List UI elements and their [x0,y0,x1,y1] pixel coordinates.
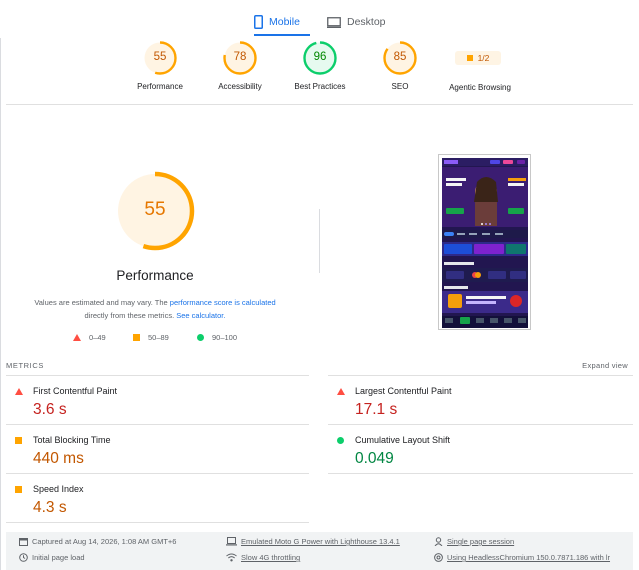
footer-throttling[interactable]: Slow 4G throttling [226,553,300,562]
orange-square-icon [133,334,140,341]
legend-fail: 0–49 [73,333,106,342]
legend-label: 90–100 [212,333,238,342]
legend-label: 0–49 [89,333,106,342]
runtime-settings: Captured at Aug 14, 2026, 1:08 AM GMT+6 … [6,532,633,570]
legend-pass: 90–100 [197,333,237,342]
footer-text: Slow 4G throttling [241,553,301,562]
metric-divider [6,473,309,474]
footer-text: Initial page load [32,553,85,562]
monitor-icon [327,16,341,28]
metric-value: 440 ms [33,450,84,467]
metric-value: 0.049 [355,450,394,467]
vertical-divider [319,209,320,273]
metric-divider [328,424,633,425]
footer-text: Single page session [447,537,515,546]
laptop-icon [226,537,237,546]
metric-divider [328,375,633,376]
metric-name: First Contentful Paint [33,386,118,396]
metric-divider [6,522,309,523]
timer-icon [19,553,28,562]
tab-desktop[interactable]: Desktop [327,9,386,35]
screenshot-image [442,158,528,328]
green-circle-icon [197,334,204,341]
tab-desktop-label: Desktop [347,16,386,28]
calculator-link[interactable]: See calculator. [176,311,225,320]
metric-value: 4.3 s [33,499,67,516]
footer-text: Using HeadlessChromium 150.0.7871.186 wi… [447,553,611,562]
performance-title: Performance [116,268,194,283]
metric-value: 17.1 s [355,401,398,418]
orange-square-icon [15,486,22,493]
agentic-value: 1/2 [477,53,490,63]
gauge-performance[interactable]: 55 Performance [115,40,205,91]
metric-value: 3.6 s [33,401,67,418]
note-text: directly from these metrics. [84,311,177,320]
single-session-icon [434,537,443,546]
divider [6,104,633,105]
agentic-browsing-badge[interactable]: 1/2 [455,51,501,65]
tab-mobile-label: Mobile [269,16,300,28]
green-circle-icon [337,437,344,444]
metric-divider [6,424,309,425]
final-screenshot[interactable] [438,154,531,330]
legend-average: 50–89 [133,333,169,342]
phone-icon [254,15,263,29]
footer-load: Initial page load [19,553,85,562]
footer-session[interactable]: Single page session [434,537,514,546]
orange-square-icon [15,437,22,444]
score-calculated-link[interactable]: performance score is calculated [170,298,276,307]
left-border [0,38,1,570]
red-triangle-icon [73,334,81,341]
gauge-label: Best Practices [294,82,346,91]
orange-square-icon [466,55,473,61]
gauge-accessibility[interactable]: 78 Accessibility [195,40,285,91]
gauge-score: 85 [393,51,407,63]
metrics-header: METRICS [6,361,44,370]
metric-name: Total Blocking Time [33,435,111,445]
red-triangle-icon [337,388,345,395]
footer-device[interactable]: Emulated Moto G Power with Lighthouse 13… [226,537,400,546]
legend-label: 50–89 [148,333,169,342]
performance-score: 55 [144,199,166,220]
footer-captured: Captured at Aug 14, 2026, 1:08 AM GMT+6 [19,537,176,546]
gauge-score: 78 [233,51,247,63]
agentic-browsing-label: Agentic Browsing [449,83,511,92]
metric-name: Largest Contentful Paint [355,386,452,396]
gauge-seo[interactable]: 85 SEO [355,40,445,91]
screenshot-graphic [442,158,528,328]
red-triangle-icon [15,388,23,395]
metric-name: Cumulative Layout Shift [355,435,451,445]
metric-name: Speed Index [33,484,84,494]
expand-view-toggle[interactable]: Expand view [560,361,628,370]
gauge-label: Accessibility [218,82,262,91]
footer-text: Captured at Aug 14, 2026, 1:08 AM GMT+6 [32,537,177,546]
note-text: Values are estimated and may vary. The [34,298,170,307]
calendar-icon [19,538,28,546]
gauge-label: Performance [137,82,183,91]
gauge-score: 55 [153,51,167,63]
tab-active-indicator [254,34,310,36]
chrome-icon [434,553,443,562]
gauge-score: 96 [313,51,327,63]
footer-text: Emulated Moto G Power with Lighthouse 13… [241,537,400,546]
performance-note: Values are estimated and may vary. The p… [20,296,290,322]
gauge-best-practices[interactable]: 96 Best Practices [275,40,365,91]
tab-mobile[interactable]: Mobile [254,9,310,35]
metric-divider [6,375,309,376]
wifi-icon [226,553,237,562]
gauge-label: SEO [391,82,409,91]
metric-divider [328,473,633,474]
footer-browser[interactable]: Using HeadlessChromium 150.0.7871.186 wi… [434,553,610,562]
